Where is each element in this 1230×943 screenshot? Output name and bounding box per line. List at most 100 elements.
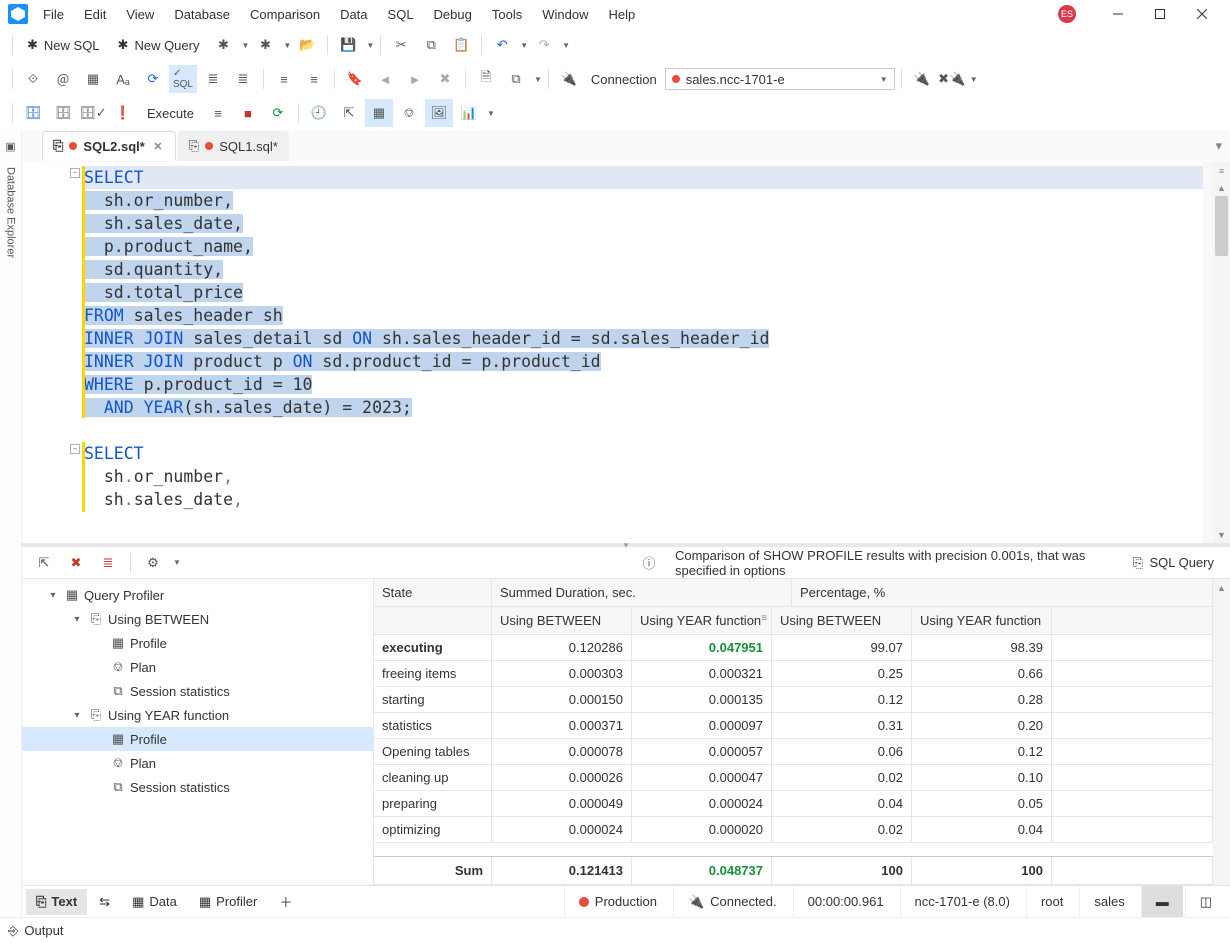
maximize-button[interactable] — [1140, 0, 1180, 28]
tree-group[interactable]: ▾⎘Using BETWEEN — [22, 607, 373, 631]
stop-icon[interactable]: ■ — [234, 99, 262, 127]
code-editor[interactable]: − − SELECT sh.or_number, sh.sales_date, … — [22, 162, 1230, 543]
tree-item[interactable]: ▦Profile — [22, 631, 373, 655]
prev-bookmark-icon[interactable]: ◄ — [371, 65, 399, 93]
uncomment-icon[interactable]: ≡ — [300, 65, 328, 93]
next-bookmark-icon[interactable]: ► — [401, 65, 429, 93]
tree-item[interactable]: ⧉Session statistics — [22, 679, 373, 703]
editor-tab-sql2[interactable]: ⎘ SQL2.sql* ✕ — [42, 131, 176, 161]
footer-tab-swap[interactable]: ⇆ — [89, 889, 120, 915]
indent-left-icon[interactable]: ≣ — [199, 65, 227, 93]
image-icon[interactable]: 🖼 — [425, 99, 453, 127]
col-percentage-group[interactable]: Percentage, % — [792, 579, 1213, 606]
menu-sql[interactable]: SQL — [379, 3, 423, 26]
output-bar[interactable]: ⎆ Output — [0, 917, 1230, 943]
doc-nav-icon[interactable]: 🗎 — [472, 65, 500, 93]
profiler-indent-icon[interactable]: ≣ — [94, 549, 122, 577]
disconnect-icon[interactable]: 🔌 — [908, 65, 936, 93]
menu-window[interactable]: Window — [533, 3, 597, 26]
execute-line-icon[interactable]: ≡ — [204, 99, 232, 127]
doc-tree-icon[interactable]: ⧉ — [502, 65, 530, 93]
at-icon[interactable]: ＠ — [49, 65, 77, 93]
chevron-down-icon[interactable]: ▼ — [534, 75, 542, 84]
layout-split-icon[interactable]: ◫ — [1185, 886, 1226, 918]
connection-select[interactable]: sales.ncc-1701-e ▼ — [665, 68, 895, 90]
history-icon[interactable]: 🕘 — [305, 99, 333, 127]
chevron-down-icon[interactable]: ▼ — [562, 41, 570, 50]
tab-close-icon[interactable]: ✕ — [151, 139, 165, 153]
text-case-icon[interactable]: Aₐ — [109, 65, 137, 93]
menu-comparison[interactable]: Comparison — [241, 3, 329, 26]
profiler-import-icon[interactable]: ⇱ — [30, 549, 58, 577]
new-sql-button[interactable]: ✱New SQL — [19, 31, 108, 59]
sql-query-button[interactable]: ⎘SQL Query — [1125, 549, 1222, 577]
db-check-icon[interactable]: 🗄✓ — [79, 99, 107, 127]
minimize-button[interactable] — [1098, 0, 1138, 28]
disconnect-all-icon[interactable]: ✖🔌 — [938, 65, 966, 93]
tree-group[interactable]: ▾⎘Using YEAR function — [22, 703, 373, 727]
paste-icon[interactable]: 📋 — [447, 31, 475, 59]
tree-item[interactable]: ⧉Session statistics — [22, 775, 373, 799]
execute-warning-icon[interactable]: ❗ — [109, 99, 137, 127]
table-row[interactable]: starting0.0001500.0001350.120.28 — [374, 687, 1213, 713]
table-row[interactable]: executing0.1202860.04795199.0798.39 — [374, 635, 1213, 661]
sql-format-icon[interactable]: ✓SQL — [169, 65, 197, 93]
grid-icon[interactable]: ▦ — [365, 99, 393, 127]
tree-item[interactable]: ⎊Plan — [22, 751, 373, 775]
menu-data[interactable]: Data — [331, 3, 376, 26]
table-row[interactable]: freeing items0.0003030.0003210.250.66 — [374, 661, 1213, 687]
chevron-down-icon[interactable]: ▼ — [283, 41, 291, 50]
tree-item[interactable]: ⎊Plan — [22, 655, 373, 679]
user-badge[interactable]: ES — [1058, 5, 1076, 23]
footer-tab-add[interactable]: ＋ — [269, 889, 302, 915]
chevron-down-icon[interactable]: ▾ — [46, 590, 60, 601]
profiler-delete-icon[interactable]: ✖ — [62, 549, 90, 577]
sidebar-tab-pin[interactable]: ▣ — [2, 136, 19, 157]
new-query-button[interactable]: ✱New Query — [110, 31, 208, 59]
db-refresh-icon[interactable]: 🗄 — [19, 99, 47, 127]
chevron-down-icon[interactable]: ▼ — [241, 41, 249, 50]
undo-icon[interactable]: ↶ — [488, 31, 516, 59]
col-d1[interactable]: Using BETWEEN — [492, 607, 632, 634]
tree-root[interactable]: ▾ ▦ Query Profiler — [22, 583, 373, 607]
info-icon[interactable]: ⓘ — [635, 549, 663, 577]
fold-icon[interactable]: − — [70, 444, 80, 454]
import-icon[interactable]: ⇱ — [335, 99, 363, 127]
chevron-down-icon[interactable]: ▼ — [520, 41, 528, 50]
col-p1[interactable]: Using BETWEEN — [772, 607, 912, 634]
chevron-down-icon[interactable]: ▾ — [70, 710, 84, 721]
fold-icon[interactable]: − — [70, 168, 80, 178]
refresh-icon[interactable]: ⟳ — [139, 65, 167, 93]
chevron-down-icon[interactable]: ▼ — [970, 75, 978, 84]
footer-tab-data[interactable]: ▦Data — [122, 889, 187, 915]
plan-icon[interactable]: ⎊ — [395, 99, 423, 127]
col-duration-group[interactable]: Summed Duration, sec. — [492, 579, 792, 606]
chart-icon[interactable]: 📊 — [455, 99, 483, 127]
scroll-down-icon[interactable]: ▼ — [1213, 526, 1230, 543]
col-d2[interactable]: Using YEAR function≡ — [632, 607, 772, 634]
code-body[interactable]: SELECT sh.or_number, sh.sales_date, p.pr… — [84, 162, 1203, 543]
save-icon[interactable]: 💾 — [334, 31, 362, 59]
scroll-up-icon[interactable]: ▲ — [1213, 179, 1230, 196]
vertical-scrollbar[interactable]: ≡ ▲ ▼ — [1213, 162, 1230, 543]
scroll-split-icon[interactable]: ≡ — [1213, 162, 1230, 179]
new-folder-icon[interactable]: ✱ — [251, 31, 279, 59]
table-scrollbar[interactable]: ▲ — [1213, 579, 1230, 885]
loop-icon[interactable]: ⟳ — [264, 99, 292, 127]
menu-tools[interactable]: Tools — [483, 3, 531, 26]
menu-file[interactable]: File — [34, 3, 73, 26]
menu-edit[interactable]: Edit — [75, 3, 115, 26]
chevron-down-icon[interactable]: ▼ — [487, 109, 495, 118]
tab-overflow-icon[interactable]: ▾ — [1207, 138, 1230, 154]
profiler-settings-icon[interactable]: ⚙ — [139, 549, 167, 577]
table-row[interactable]: cleaning up0.0000260.0000470.020.10 — [374, 765, 1213, 791]
close-button[interactable] — [1182, 0, 1222, 28]
menu-help[interactable]: Help — [599, 3, 644, 26]
menu-view[interactable]: View — [117, 3, 163, 26]
footer-tab-text[interactable]: ⎘Text — [26, 889, 87, 915]
chevron-down-icon[interactable]: ▾ — [70, 614, 84, 625]
plug-icon[interactable]: 🔌 — [555, 65, 583, 93]
new-doc-icon[interactable]: ✱ — [209, 31, 237, 59]
execute-button[interactable]: Execute — [139, 99, 202, 127]
tree-item[interactable]: ▦Profile — [22, 727, 373, 751]
